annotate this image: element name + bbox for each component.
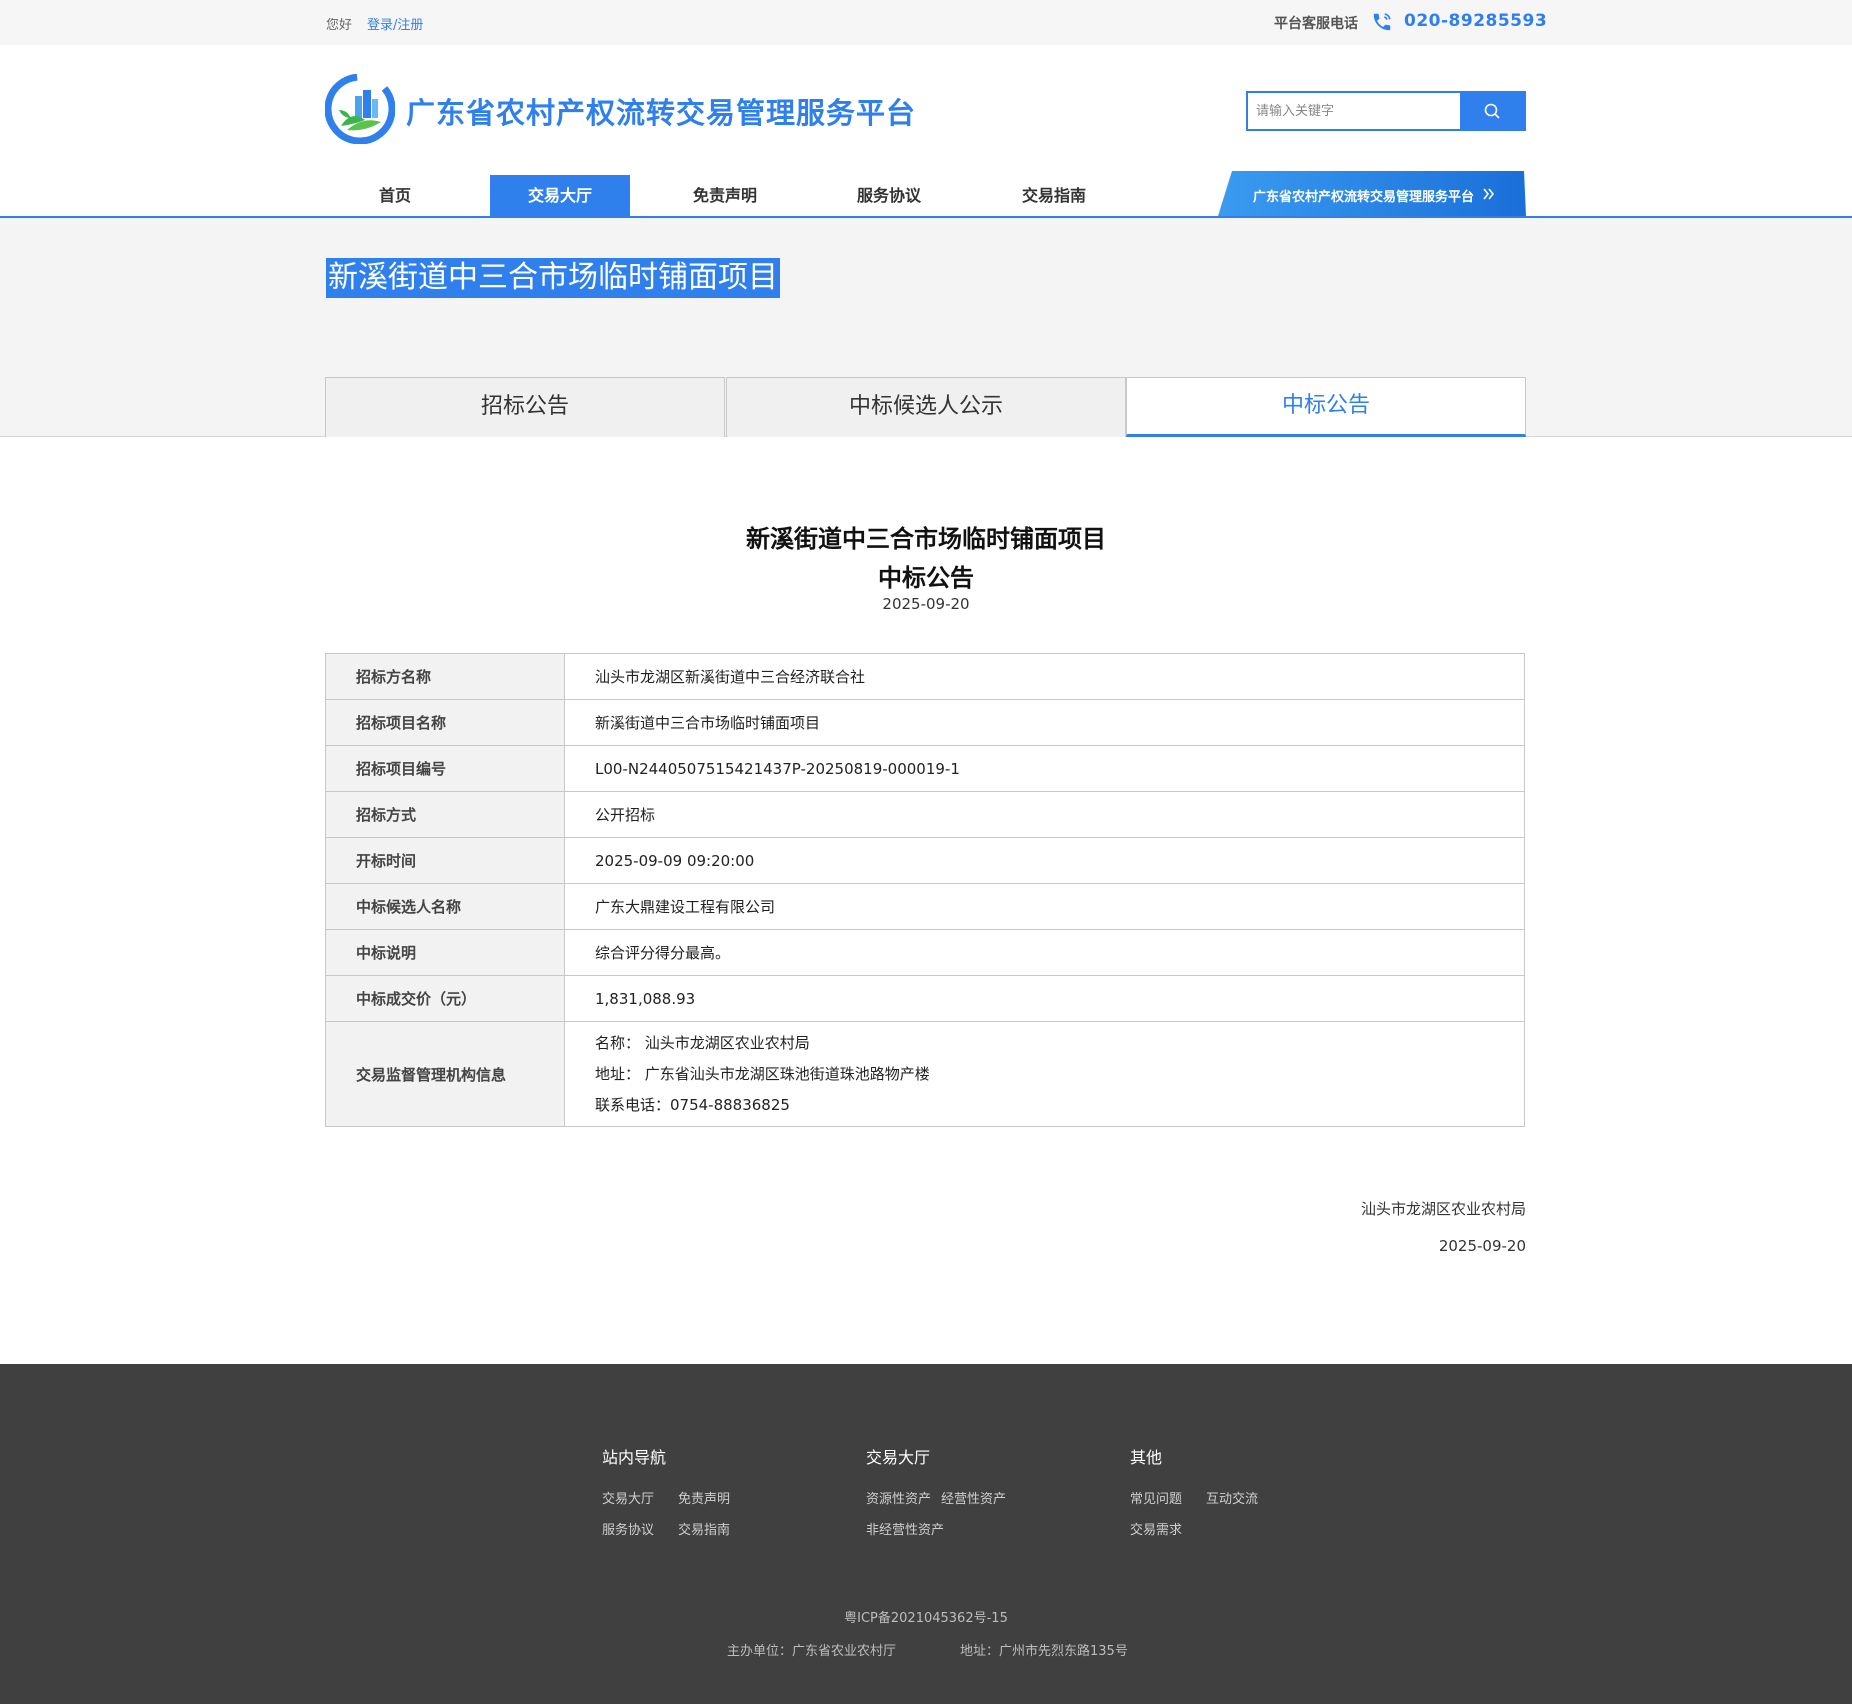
hotline-label: 平台客服电话	[1274, 16, 1358, 32]
nav-item-trading-hall[interactable]: 交易大厅	[490, 175, 630, 217]
footer-link[interactable]: 非经营性资产	[866, 1519, 944, 1538]
notice-title: 新溪街道中三合市场临时铺面项目	[746, 525, 1106, 553]
footer-col-title: 交易大厅	[866, 1448, 931, 1467]
footer-col-title: 其他	[1130, 1448, 1163, 1467]
row-value: 1,831,088.93	[564, 975, 1525, 1022]
row-key: 招标项目编号	[325, 745, 565, 792]
row-key: 招标方名称	[325, 653, 565, 700]
table-row: 招标项目编号 L00-N2440507515421437P-20250819-0…	[325, 745, 1525, 792]
table-row: 中标成交价（元） 1,831,088.93	[325, 975, 1525, 1022]
footer-col-title: 站内导航	[602, 1448, 667, 1467]
row-key: 中标成交价（元）	[325, 975, 565, 1022]
project-title: 新溪街道中三合市场临时铺面项目	[326, 258, 780, 298]
row-key: 开标时间	[325, 837, 565, 884]
footer-link[interactable]: 交易大厅	[602, 1488, 654, 1507]
nav-item-disclaimer[interactable]: 免责声明	[655, 175, 795, 217]
platform-logo-icon	[325, 74, 395, 144]
row-value: L00-N2440507515421437P-20250819-000019-1	[564, 745, 1525, 792]
search-icon	[1484, 103, 1500, 119]
supervisor-address: 地址： 广东省汕头市龙湖区珠池街道珠池路物产楼	[595, 1064, 930, 1083]
double-chevron-right-icon	[1483, 188, 1495, 200]
table-row: 中标说明 综合评分得分最高。	[325, 929, 1525, 976]
top-utility-bar: 您好 登录/注册 平台客服电话 020-89285593	[0, 0, 1852, 45]
nav-item-trading-guide[interactable]: 交易指南	[984, 175, 1124, 217]
row-key: 中标说明	[325, 929, 565, 976]
footer-link[interactable]: 服务协议	[602, 1519, 654, 1538]
footer-col-site-nav: 站内导航 交易大厅 免责声明 服务协议 交易指南	[602, 1444, 802, 1550]
login-register-link[interactable]: 登录/注册	[367, 14, 423, 33]
notice-subtitle: 中标公告	[878, 564, 974, 592]
nav-item-home[interactable]: 首页	[325, 175, 465, 217]
supervisor-phone: 联系电话：0754-88836825	[595, 1095, 790, 1114]
row-value: 新溪街道中三合市场临时铺面项目	[564, 699, 1525, 746]
hotline-number: 020-89285593	[1404, 11, 1548, 31]
footer: 站内导航 交易大厅 免责声明 服务协议 交易指南 交易大厅 资源性资产 经营性资产 非…	[0, 1364, 1852, 1704]
row-key: 招标项目名称	[325, 699, 565, 746]
search-box	[1246, 91, 1526, 131]
supervisor-name: 名称： 汕头市龙湖区农业农村局	[595, 1033, 810, 1052]
table-row: 招标方名称 汕头市龙湖区新溪街道中三合经济联合社	[325, 653, 1525, 700]
row-value: 综合评分得分最高。	[564, 929, 1525, 976]
platform-banner-link[interactable]: 广东省农村产权流转交易管理服务平台	[1218, 171, 1526, 216]
table-row: 开标时间 2025-09-09 09:20:00	[325, 837, 1525, 884]
row-value: 汕头市龙湖区新溪街道中三合经济联合社	[564, 653, 1525, 700]
footer-link[interactable]: 交易需求	[1130, 1519, 1182, 1538]
row-value: 公开招标	[564, 791, 1525, 838]
site-title[interactable]: 广东省农村产权流转交易管理服务平台	[406, 90, 916, 132]
table-row: 中标候选人名称 广东大鼎建设工程有限公司	[325, 883, 1525, 930]
footer-address: 地址：广州市先烈东路135号	[960, 1644, 1128, 1659]
footer-link[interactable]: 资源性资产	[866, 1488, 931, 1507]
footer-link[interactable]: 经营性资产	[941, 1488, 1006, 1507]
footer-link[interactable]: 交易指南	[678, 1519, 730, 1538]
icp-record[interactable]: 粤ICP备2021045362号-15	[0, 1607, 1852, 1626]
row-key: 招标方式	[325, 791, 565, 838]
footer-link[interactable]: 常见问题	[1130, 1488, 1182, 1507]
tab-award-notice[interactable]: 中标公告	[1126, 377, 1526, 437]
greeting-text: 您好	[326, 18, 353, 33]
award-info-table: 招标方名称 汕头市龙湖区新溪街道中三合经济联合社 招标项目名称 新溪街道中三合市…	[325, 653, 1525, 1127]
table-row: 招标方式 公开招标	[325, 791, 1525, 838]
phone-icon	[1373, 13, 1391, 31]
tab-candidate-publicity[interactable]: 中标候选人公示	[726, 377, 1126, 437]
table-row-supervisor: 交易监督管理机构信息 名称： 汕头市龙湖区农业农村局 地址： 广东省汕头市龙湖区…	[325, 1021, 1525, 1127]
footer-link[interactable]: 互动交流	[1206, 1488, 1258, 1507]
footer-col-trading-hall: 交易大厅 资源性资产 经营性资产 非经营性资产	[866, 1444, 1066, 1550]
search-button[interactable]	[1460, 93, 1524, 129]
row-value: 2025-09-09 09:20:00	[564, 837, 1525, 884]
footer-link[interactable]: 免责声明	[678, 1488, 730, 1507]
signature-date: 2025-09-20	[1438, 1237, 1526, 1255]
table-row: 招标项目名称 新溪街道中三合市场临时铺面项目	[325, 699, 1525, 746]
search-input[interactable]	[1248, 93, 1462, 129]
row-key: 中标候选人名称	[325, 883, 565, 930]
row-key: 交易监督管理机构信息	[325, 1021, 565, 1127]
nav-item-service-agreement[interactable]: 服务协议	[819, 175, 959, 217]
footer-col-other: 其他 常见问题 互动交流 交易需求	[1130, 1444, 1330, 1550]
row-value: 广东大鼎建设工程有限公司	[564, 883, 1525, 930]
sponsor-unit: 主办单位：广东省农业农村厅	[727, 1644, 897, 1659]
signature-org: 汕头市龙湖区农业农村局	[1360, 1200, 1526, 1218]
tab-tender-notice[interactable]: 招标公告	[325, 377, 725, 437]
banner-label: 广东省农村产权流转交易管理服务平台	[1253, 190, 1475, 205]
supervisor-info: 名称： 汕头市龙湖区农业农村局 地址： 广东省汕头市龙湖区珠池街道珠池路物产楼 …	[564, 1021, 1525, 1127]
notice-date: 2025-09-20	[882, 595, 970, 613]
